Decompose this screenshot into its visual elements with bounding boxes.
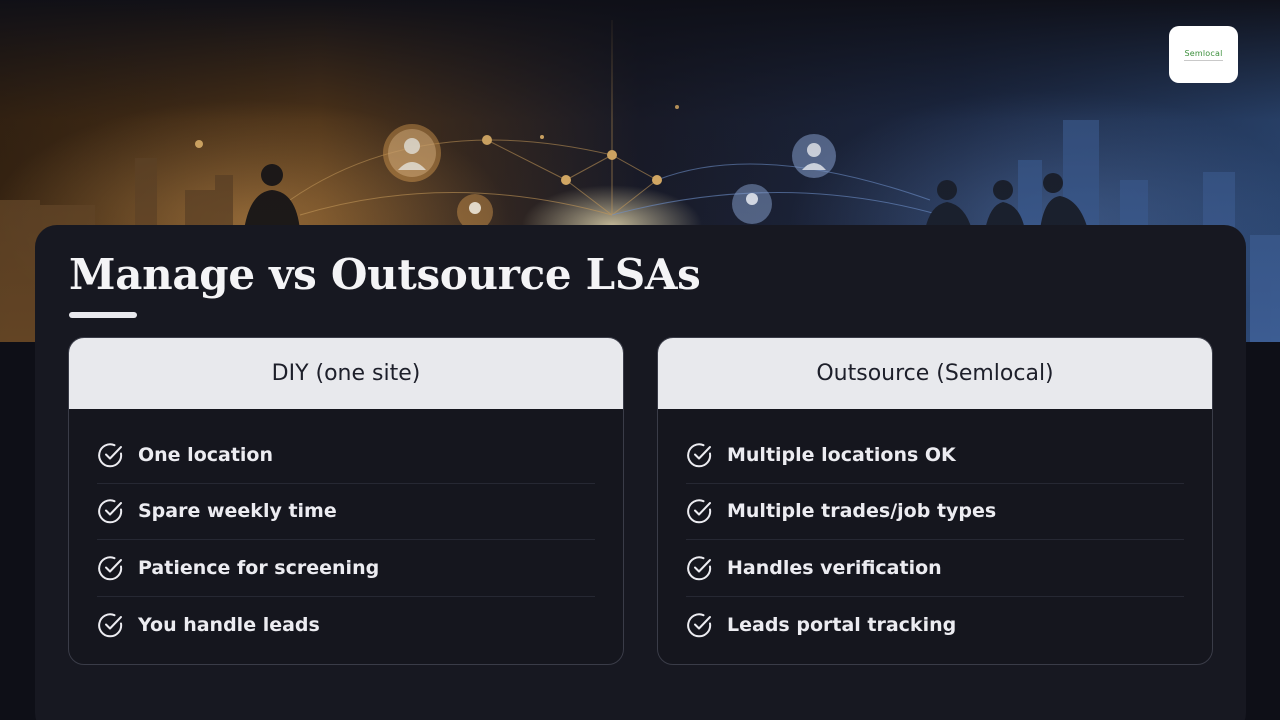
- list-item-label: Multiple trades/job types: [727, 500, 997, 523]
- title-underline: [69, 312, 137, 318]
- list-item-label: Spare weekly time: [138, 500, 337, 523]
- list-item: Multiple trades/job types: [686, 484, 1184, 540]
- check-circle-icon: [98, 613, 123, 638]
- check-circle-icon: [687, 556, 712, 581]
- list-item: Spare weekly time: [97, 484, 595, 540]
- list-item: Leads portal tracking: [686, 597, 1184, 654]
- list-item: Handles verification: [686, 540, 1184, 597]
- list-item-label: Leads portal tracking: [727, 613, 957, 636]
- list-item-label: You handle leads: [138, 613, 320, 636]
- list-item-label: Handles verification: [727, 556, 942, 579]
- outsource-card-list: Multiple locations OK Multiple trades/jo…: [658, 409, 1212, 653]
- logo-text: Semlocal: [1184, 49, 1223, 61]
- check-circle-icon: [687, 499, 712, 524]
- list-item: You handle leads: [97, 597, 595, 654]
- check-circle-icon: [687, 613, 712, 638]
- list-item: One location: [97, 427, 595, 484]
- outsource-card: Outsource (Semlocal) Multiple locations …: [657, 337, 1213, 665]
- check-circle-icon: [98, 443, 123, 468]
- diy-card-list: One location Spare weekly time Patience …: [69, 409, 623, 653]
- list-item-label: Multiple locations OK: [727, 443, 956, 466]
- check-circle-icon: [98, 556, 123, 581]
- check-circle-icon: [98, 499, 123, 524]
- list-item-label: Patience for screening: [138, 556, 380, 579]
- brand-logo[interactable]: Semlocal: [1169, 26, 1238, 83]
- list-item-label: One location: [138, 443, 274, 466]
- diy-card: DIY (one site) One location Spare weekly…: [68, 337, 624, 665]
- check-circle-icon: [687, 443, 712, 468]
- list-item: Multiple locations OK: [686, 427, 1184, 484]
- list-item: Patience for screening: [97, 540, 595, 597]
- diy-card-heading: DIY (one site): [69, 338, 623, 409]
- outsource-card-heading: Outsource (Semlocal): [658, 338, 1212, 409]
- page-title: Manage vs Outsource LSAs: [69, 250, 701, 299]
